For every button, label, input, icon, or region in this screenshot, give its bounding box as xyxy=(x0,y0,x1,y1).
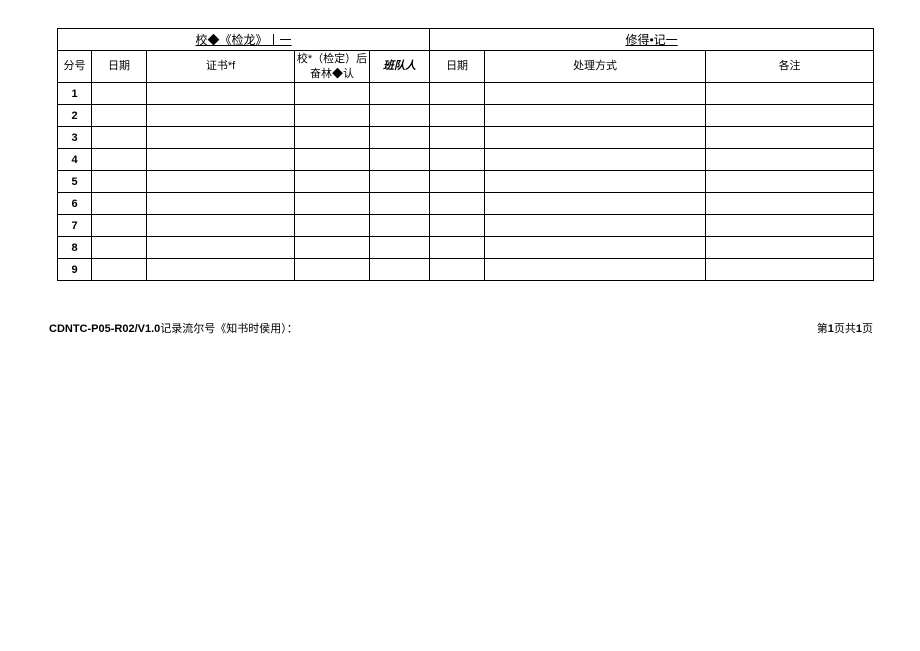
record-table-container: 校◆《检龙》丨一 修得•记一 分号 日期 证书*f 校*（检定）后奋林◆认 班队… xyxy=(57,28,873,281)
data-cell xyxy=(706,237,874,259)
data-cell xyxy=(485,259,706,281)
data-cell xyxy=(370,105,430,127)
table-row: 7 xyxy=(58,215,874,237)
data-cell xyxy=(295,127,370,149)
data-cell xyxy=(485,83,706,105)
header-date1: 日期 xyxy=(92,51,147,83)
seq-cell: 7 xyxy=(58,215,92,237)
data-cell xyxy=(92,237,147,259)
header-confirmation: 校*（检定）后奋林◆认 xyxy=(295,51,370,83)
seq-cell: 5 xyxy=(58,171,92,193)
data-cell xyxy=(92,149,147,171)
data-cell xyxy=(485,127,706,149)
data-cell xyxy=(147,259,295,281)
data-cell xyxy=(147,237,295,259)
data-cell xyxy=(147,149,295,171)
footer: CDNTC-P05-R02/V1.0记录流尔号《知书时侯用）： 第1页共1页 xyxy=(49,320,873,336)
data-cell xyxy=(706,171,874,193)
header-date2: 日期 xyxy=(430,51,485,83)
seq-cell: 4 xyxy=(58,149,92,171)
header-remark: 各注 xyxy=(706,51,874,83)
data-cell xyxy=(430,105,485,127)
data-cell xyxy=(147,105,295,127)
data-cell xyxy=(706,149,874,171)
data-cell xyxy=(92,215,147,237)
header-person: 班队人 xyxy=(370,51,430,83)
record-table: 校◆《检龙》丨一 修得•记一 分号 日期 证书*f 校*（检定）后奋林◆认 班队… xyxy=(57,28,874,281)
data-cell xyxy=(147,171,295,193)
data-cell xyxy=(92,127,147,149)
header-seq: 分号 xyxy=(58,51,92,83)
seq-cell: 6 xyxy=(58,193,92,215)
page-indicator: 第1页共1页 xyxy=(817,320,873,336)
data-cell xyxy=(430,171,485,193)
table-row: 6 xyxy=(58,193,874,215)
data-cell xyxy=(370,259,430,281)
data-cell xyxy=(92,171,147,193)
data-cell xyxy=(485,237,706,259)
data-cell xyxy=(295,193,370,215)
data-cell xyxy=(295,83,370,105)
data-cell xyxy=(92,83,147,105)
data-cell xyxy=(147,127,295,149)
header-method: 处理方式 xyxy=(485,51,706,83)
data-cell xyxy=(485,149,706,171)
data-cell xyxy=(430,149,485,171)
data-cell xyxy=(370,193,430,215)
data-cell xyxy=(706,83,874,105)
data-cell xyxy=(92,259,147,281)
data-cell xyxy=(295,105,370,127)
data-cell xyxy=(370,83,430,105)
data-cell xyxy=(370,215,430,237)
data-cell xyxy=(485,171,706,193)
data-cell xyxy=(706,259,874,281)
header-group-repair: 修得•记一 xyxy=(430,29,874,51)
seq-cell: 3 xyxy=(58,127,92,149)
data-cell xyxy=(295,259,370,281)
data-cell xyxy=(430,259,485,281)
header-certificate: 证书*f xyxy=(147,51,295,83)
seq-cell: 2 xyxy=(58,105,92,127)
data-cell xyxy=(295,171,370,193)
table-row: 4 xyxy=(58,149,874,171)
data-cell xyxy=(295,149,370,171)
data-cell xyxy=(295,215,370,237)
data-cell xyxy=(430,215,485,237)
data-cell xyxy=(485,215,706,237)
table-row: 2 xyxy=(58,105,874,127)
data-cell xyxy=(92,193,147,215)
seq-cell: 8 xyxy=(58,237,92,259)
table-row: 9 xyxy=(58,259,874,281)
table-row: 1 xyxy=(58,83,874,105)
table-body: 123456789 xyxy=(58,83,874,281)
seq-cell: 1 xyxy=(58,83,92,105)
data-cell xyxy=(370,237,430,259)
data-cell xyxy=(485,105,706,127)
data-cell xyxy=(295,237,370,259)
data-cell xyxy=(147,193,295,215)
data-cell xyxy=(370,171,430,193)
data-cell xyxy=(706,193,874,215)
header-group-inspection: 校◆《检龙》丨一 xyxy=(58,29,430,51)
data-cell xyxy=(147,83,295,105)
data-cell xyxy=(370,149,430,171)
data-cell xyxy=(92,105,147,127)
data-cell xyxy=(706,127,874,149)
data-cell xyxy=(706,215,874,237)
footer-code-note: CDNTC-P05-R02/V1.0记录流尔号《知书时侯用）： xyxy=(49,320,298,336)
data-cell xyxy=(430,193,485,215)
seq-cell: 9 xyxy=(58,259,92,281)
data-cell xyxy=(147,215,295,237)
table-row: 5 xyxy=(58,171,874,193)
table-row: 3 xyxy=(58,127,874,149)
data-cell xyxy=(370,127,430,149)
data-cell xyxy=(430,83,485,105)
table-row: 8 xyxy=(58,237,874,259)
data-cell xyxy=(430,127,485,149)
document-code: CDNTC-P05-R02/V1.0 xyxy=(49,323,160,335)
data-cell xyxy=(430,237,485,259)
data-cell xyxy=(485,193,706,215)
data-cell xyxy=(706,105,874,127)
footer-note: 记录流尔号《知书时侯用）： xyxy=(160,323,298,335)
